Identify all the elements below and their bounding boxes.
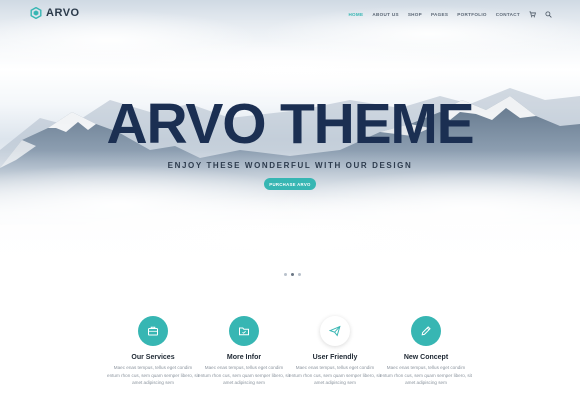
- feature-text: Maec enas tempus, tellus eget condim ent…: [198, 365, 290, 386]
- brand-name: ARVO: [46, 7, 80, 19]
- feature-icon-circle: [138, 316, 168, 346]
- feature-title: User Friendly: [312, 354, 358, 361]
- hero-title: ARVO THEME: [106, 92, 475, 156]
- hexagon-logo-icon: [30, 7, 42, 19]
- slider-dot-active[interactable]: [291, 273, 294, 276]
- nav-item-portfolio[interactable]: PORTFOLIO: [457, 12, 487, 17]
- nav-item-home[interactable]: HOME: [348, 12, 363, 17]
- feature-text: Maec enas tempus, tellus eget condim ent…: [107, 365, 199, 386]
- feature-user-friendly: User Friendly Maec enas tempus, tellus e…: [285, 316, 385, 387]
- folder-icon: [239, 327, 249, 336]
- search-icon[interactable]: [545, 11, 552, 18]
- nav-item-pages[interactable]: PAGES: [431, 12, 448, 17]
- nav-item-shop[interactable]: SHOP: [408, 12, 422, 17]
- nav-item-contact[interactable]: CONTACT: [496, 12, 520, 17]
- slider-dot[interactable]: [298, 273, 301, 276]
- feature-text: Maec enas tempus, tellus eget condim ent…: [289, 365, 381, 386]
- brand-logo[interactable]: ARVO: [30, 6, 80, 20]
- feature-title: Our Services: [131, 354, 175, 361]
- hero-subtitle: ENJOY THESE WONDERFUL WITH OUR DESIGN: [167, 161, 413, 170]
- feature-new-concept: New Concept Maec enas tempus, tellus ege…: [376, 316, 476, 387]
- briefcase-icon: [148, 326, 158, 336]
- pencil-icon: [421, 326, 431, 336]
- feature-our-services: Our Services Maec enas tempus, tellus eg…: [103, 316, 203, 387]
- feature-title: More Infor: [226, 354, 262, 361]
- feature-icon-circle: [320, 316, 350, 346]
- purchase-button[interactable]: PURCHASE ARVO: [264, 178, 316, 190]
- paper-plane-icon: [329, 325, 341, 337]
- main-nav: HOME ABOUT US SHOP PAGES PORTFOLIO CONTA…: [339, 11, 552, 18]
- slider-dot[interactable]: [284, 273, 287, 276]
- feature-icon-circle: [229, 316, 259, 346]
- feature-icon-circle: [411, 316, 441, 346]
- feature-more-infor: More Infor Maec enas tempus, tellus eget…: [194, 316, 294, 387]
- cart-icon[interactable]: [529, 11, 536, 18]
- feature-title: New Concept: [403, 354, 449, 361]
- feature-text: Maec enas tempus, tellus eget condim ent…: [380, 365, 472, 386]
- hero-slider: ARVO HOME ABOUT US SHOP PAGES PORTFOLIO …: [0, 0, 580, 290]
- nav-item-about-us[interactable]: ABOUT US: [372, 12, 398, 17]
- slider-dots: [282, 273, 303, 276]
